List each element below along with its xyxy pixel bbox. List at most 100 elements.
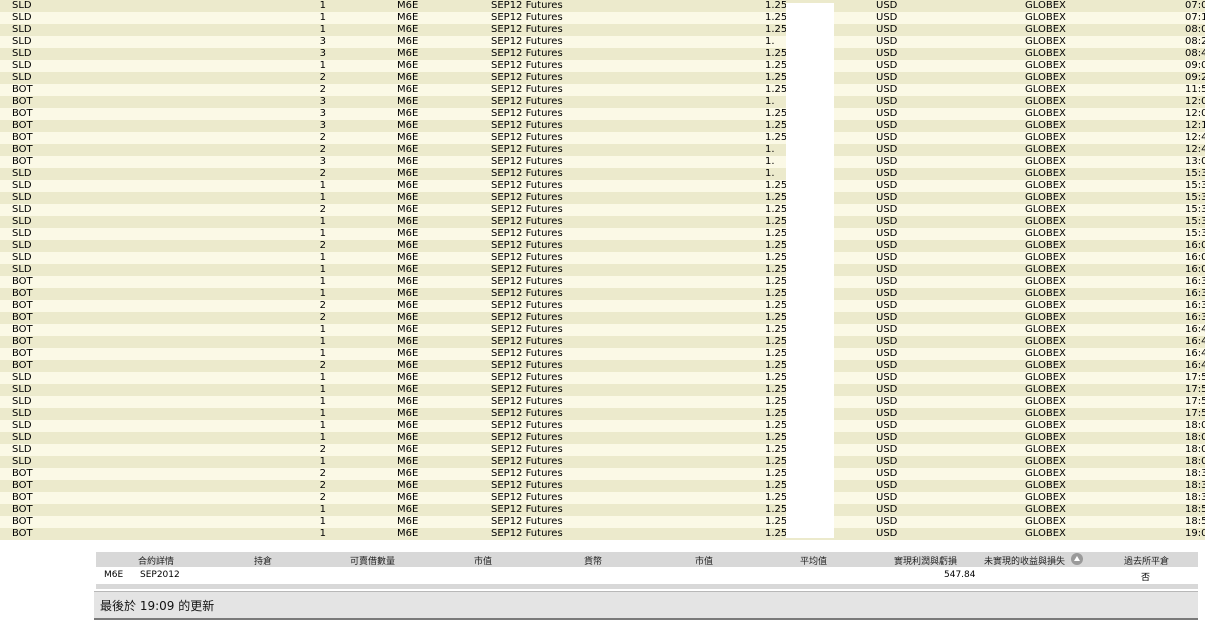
trade-price: 1.25 (765, 252, 788, 263)
col-avg-price[interactable]: 平均值 (800, 554, 827, 567)
trade-row[interactable]: SLD 1 M6E SEP12 Futures 1.25 USD GLOBEX 15:3 (0, 228, 1205, 240)
trade-row[interactable]: BOT 2 M6E SEP12 Futures 1.25 USD GLOBEX 18:3 (0, 480, 1205, 492)
trade-row[interactable]: SLD 2 M6E SEP12 Futures 1.25 USD GLOBEX 16:0 (0, 240, 1205, 252)
trade-symbol: M6E (397, 300, 419, 311)
trade-quantity: 1 (319, 0, 326, 11)
trade-row[interactable]: SLD 1 M6E SEP12 Futures 1.25 USD GLOBEX 17:5 (0, 384, 1205, 396)
trade-time: 08:4 (1185, 48, 1205, 59)
trade-row[interactable]: SLD 3 M6E SEP12 Futures 1. USD GLOBEX 08:2 (0, 36, 1205, 48)
trade-row[interactable]: SLD 2 M6E SEP12 Futures 1.25 USD GLOBEX 09:2 (0, 72, 1205, 84)
portfolio-footer-bar (96, 584, 1198, 589)
trade-row[interactable]: BOT 3 M6E SEP12 Futures 1.25 USD GLOBEX 12:0 (0, 108, 1205, 120)
col-unrealized-pnl[interactable]: 未實現的收益與損失 (984, 554, 1065, 567)
trade-action: BOT (12, 468, 33, 479)
trade-time: 16:3 (1185, 300, 1205, 311)
trade-price: 1.25 (765, 0, 788, 11)
trade-row[interactable]: SLD 1 M6E SEP12 Futures 1.25 USD GLOBEX 16:0 (0, 252, 1205, 264)
trade-symbol: M6E (397, 396, 419, 407)
trade-exchange: GLOBEX (1025, 276, 1066, 287)
trade-price: 1.25 (765, 456, 788, 467)
trade-quantity: 2 (319, 204, 326, 215)
trade-quantity: 1 (319, 288, 326, 299)
trade-row[interactable]: BOT 3 M6E SEP12 Futures 1.25 USD GLOBEX 12:1 (0, 120, 1205, 132)
trade-row[interactable]: BOT 2 M6E SEP12 Futures 1.25 USD GLOBEX 11:5 (0, 84, 1205, 96)
trade-row[interactable]: BOT 1 M6E SEP12 Futures 1.25 USD GLOBEX 16:3 (0, 276, 1205, 288)
trade-row[interactable]: BOT 1 M6E SEP12 Futures 1.25 USD GLOBEX 16:4 (0, 348, 1205, 360)
col-closed[interactable]: 過去所平倉 (1124, 554, 1169, 567)
trade-row[interactable]: SLD 1 M6E SEP12 Futures 1.25 USD GLOBEX 17:5 (0, 408, 1205, 420)
trade-row[interactable]: BOT 2 M6E SEP12 Futures 1.25 USD GLOBEX 16:3 (0, 300, 1205, 312)
trade-quantity: 1 (319, 192, 326, 203)
col-market-value[interactable]: 市值 (474, 554, 492, 567)
trade-exchange: GLOBEX (1025, 528, 1066, 539)
trade-price: 1.25 (765, 204, 788, 215)
trade-row[interactable]: SLD 1 M6E SEP12 Futures 1.25 USD GLOBEX 09:0 (0, 60, 1205, 72)
trade-row[interactable]: BOT 1 M6E SEP12 Futures 1.25 USD GLOBEX 19:0 (0, 528, 1205, 540)
trade-currency: USD (876, 360, 898, 371)
trade-row[interactable]: BOT 2 M6E SEP12 Futures 1.25 USD GLOBEX 16:4 (0, 360, 1205, 372)
trade-description: SEP12 Futures (491, 36, 563, 47)
portfolio-row[interactable]: M6E SEP2012 547.84 否 (96, 568, 1198, 584)
col-market-price[interactable]: 市值 (695, 554, 713, 567)
trade-row[interactable]: SLD 1 M6E SEP12 Futures 1.25 USD GLOBEX 07:1 (0, 12, 1205, 24)
trade-row[interactable]: BOT 3 M6E SEP12 Futures 1. USD GLOBEX 13:0 (0, 156, 1205, 168)
trade-row[interactable]: SLD 3 M6E SEP12 Futures 1.25 USD GLOBEX 08:4 (0, 48, 1205, 60)
trade-row[interactable]: BOT 2 M6E SEP12 Futures 1.25 USD GLOBEX 12:4 (0, 132, 1205, 144)
trade-row[interactable]: SLD 1 M6E SEP12 Futures 1.25 USD GLOBEX 15:3 (0, 180, 1205, 192)
trade-exchange: GLOBEX (1025, 504, 1066, 515)
trade-row[interactable]: BOT 2 M6E SEP12 Futures 1.25 USD GLOBEX 18:3 (0, 492, 1205, 504)
trade-row[interactable]: SLD 1 M6E SEP12 Futures 1.25 USD GLOBEX 07:0 (0, 0, 1205, 12)
trade-row[interactable]: SLD 1 M6E SEP12 Futures 1.25 USD GLOBEX 15:3 (0, 192, 1205, 204)
trade-time: 07:0 (1185, 0, 1205, 11)
col-currency[interactable]: 貨幣 (584, 554, 602, 567)
trade-row[interactable]: SLD 2 M6E SEP12 Futures 1.25 USD GLOBEX 15:3 (0, 204, 1205, 216)
trade-description: SEP12 Futures (491, 528, 563, 539)
trade-currency: USD (876, 504, 898, 515)
trade-row[interactable]: BOT 1 M6E SEP12 Futures 1.25 USD GLOBEX 16:3 (0, 288, 1205, 300)
trade-description: SEP12 Futures (491, 396, 563, 407)
trade-symbol: M6E (397, 48, 419, 59)
trade-row[interactable]: BOT 2 M6E SEP12 Futures 1.25 USD GLOBEX 18:3 (0, 468, 1205, 480)
trade-price: 1.25 (765, 444, 788, 455)
trade-row[interactable]: SLD 1 M6E SEP12 Futures 1.25 USD GLOBEX 18:0 (0, 420, 1205, 432)
trade-row[interactable]: SLD 1 M6E SEP12 Futures 1.25 USD GLOBEX 17:5 (0, 396, 1205, 408)
trade-symbol: M6E (397, 228, 419, 239)
trade-row[interactable]: SLD 1 M6E SEP12 Futures 1.25 USD GLOBEX 08:0 (0, 24, 1205, 36)
trade-row[interactable]: SLD 1 M6E SEP12 Futures 1.25 USD GLOBEX 18:0 (0, 456, 1205, 468)
trade-exchange: GLOBEX (1025, 180, 1066, 191)
trade-symbol: M6E (397, 444, 419, 455)
trade-time: 12:1 (1185, 120, 1205, 131)
trade-row[interactable]: SLD 2 M6E SEP12 Futures 1. USD GLOBEX 15:3 (0, 168, 1205, 180)
trade-row[interactable]: BOT 3 M6E SEP12 Futures 1. USD GLOBEX 12:0 (0, 96, 1205, 108)
trade-row[interactable]: SLD 2 M6E SEP12 Futures 1.25 USD GLOBEX 18:0 (0, 444, 1205, 456)
col-sellable-qty[interactable]: 可賣借數量 (350, 554, 395, 567)
trade-symbol: M6E (397, 72, 419, 83)
last-updated-text: 最後於 19:09 的更新 (100, 599, 215, 613)
trade-row[interactable]: BOT 1 M6E SEP12 Futures 1.25 USD GLOBEX 18:5 (0, 516, 1205, 528)
trade-quantity: 1 (319, 324, 326, 335)
col-position[interactable]: 持倉 (254, 554, 272, 567)
trade-row[interactable]: BOT 1 M6E SEP12 Futures 1.25 USD GLOBEX 18:5 (0, 504, 1205, 516)
trade-row[interactable]: SLD 1 M6E SEP12 Futures 1.25 USD GLOBEX 17:5 (0, 372, 1205, 384)
trade-price: 1.25 (765, 516, 788, 527)
trade-time: 16:3 (1185, 276, 1205, 287)
col-contract-details[interactable]: 合約詳情 (138, 554, 174, 567)
trade-description: SEP12 Futures (491, 480, 563, 491)
trade-symbol: M6E (397, 264, 419, 275)
trade-price: 1.25 (765, 288, 788, 299)
trade-row[interactable]: BOT 1 M6E SEP12 Futures 1.25 USD GLOBEX 16:4 (0, 324, 1205, 336)
sort-ascending-icon[interactable] (1071, 553, 1083, 565)
col-realized-pnl[interactable]: 實現利潤與虧損 (894, 554, 957, 567)
trade-symbol: M6E (397, 420, 419, 431)
trade-row[interactable]: SLD 1 M6E SEP12 Futures 1.25 USD GLOBEX 15:3 (0, 216, 1205, 228)
trade-quantity: 2 (319, 144, 326, 155)
trade-row[interactable]: SLD 1 M6E SEP12 Futures 1.25 USD GLOBEX 16:0 (0, 264, 1205, 276)
trade-row[interactable]: BOT 2 M6E SEP12 Futures 1.25 USD GLOBEX 16:3 (0, 312, 1205, 324)
trade-symbol: M6E (397, 156, 419, 167)
trade-quantity: 2 (319, 360, 326, 371)
trade-exchange: GLOBEX (1025, 300, 1066, 311)
trade-quantity: 1 (319, 408, 326, 419)
trade-row[interactable]: BOT 1 M6E SEP12 Futures 1.25 USD GLOBEX 16:4 (0, 336, 1205, 348)
trade-row[interactable]: SLD 1 M6E SEP12 Futures 1.25 USD GLOBEX 18:0 (0, 432, 1205, 444)
trade-row[interactable]: BOT 2 M6E SEP12 Futures 1. USD GLOBEX 12:4 (0, 144, 1205, 156)
